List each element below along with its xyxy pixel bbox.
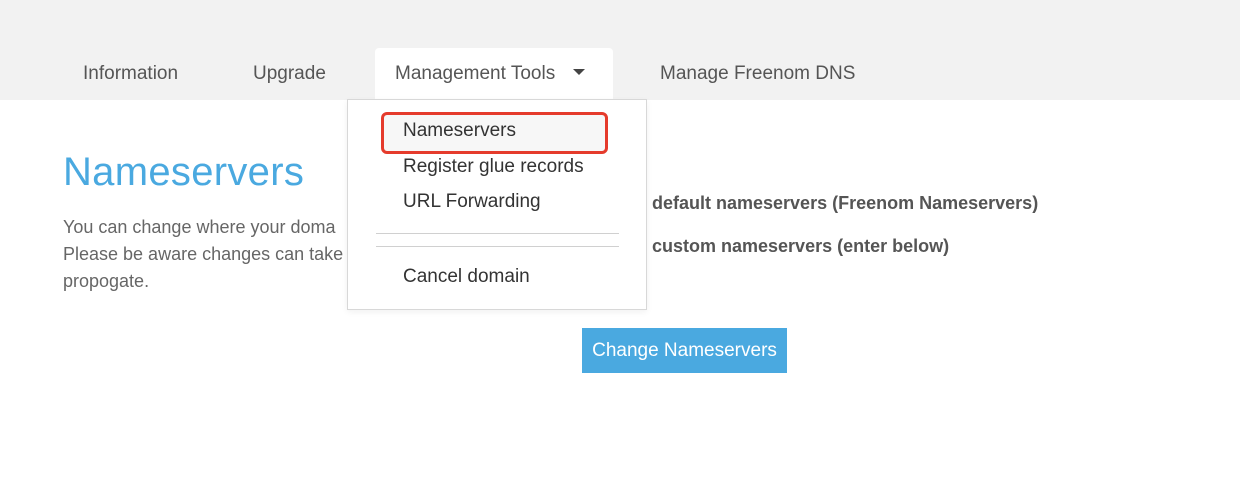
tab-information[interactable]: Information <box>83 48 178 100</box>
description-line-3: propogate. <box>63 271 150 291</box>
default-nameservers-option[interactable]: default nameservers (Freenom Nameservers… <box>652 193 1038 214</box>
custom-nameservers-option[interactable]: custom nameservers (enter below) <box>652 236 949 257</box>
description-line-1: You can change where your doma <box>63 217 336 237</box>
menu-item-url-forwarding[interactable]: URL Forwarding <box>403 191 541 213</box>
tab-upgrade[interactable]: Upgrade <box>253 48 326 100</box>
caret-down-icon <box>573 68 586 75</box>
tab-management-tools-label: Management Tools <box>395 63 556 84</box>
menu-item-cancel-domain[interactable]: Cancel domain <box>403 266 530 288</box>
page-title: Nameservers <box>63 150 305 194</box>
tab-bar: Information Upgrade Management Tools Man… <box>0 0 1240 100</box>
management-tools-dropdown: Nameservers Register glue records URL Fo… <box>347 99 647 310</box>
tab-manage-freenom-dns[interactable]: Manage Freenom DNS <box>660 48 855 100</box>
change-nameservers-button[interactable]: Change Nameservers <box>582 328 787 373</box>
page-description: You can change where your doma Please be… <box>63 214 363 295</box>
menu-item-nameservers[interactable]: Nameservers <box>403 120 516 142</box>
menu-divider <box>376 233 619 234</box>
menu-divider <box>376 246 619 247</box>
tab-management-tools[interactable]: Management Tools <box>375 48 613 100</box>
description-line-2: Please be aware changes can take <box>63 244 344 264</box>
menu-item-register-glue-records[interactable]: Register glue records <box>403 156 584 178</box>
